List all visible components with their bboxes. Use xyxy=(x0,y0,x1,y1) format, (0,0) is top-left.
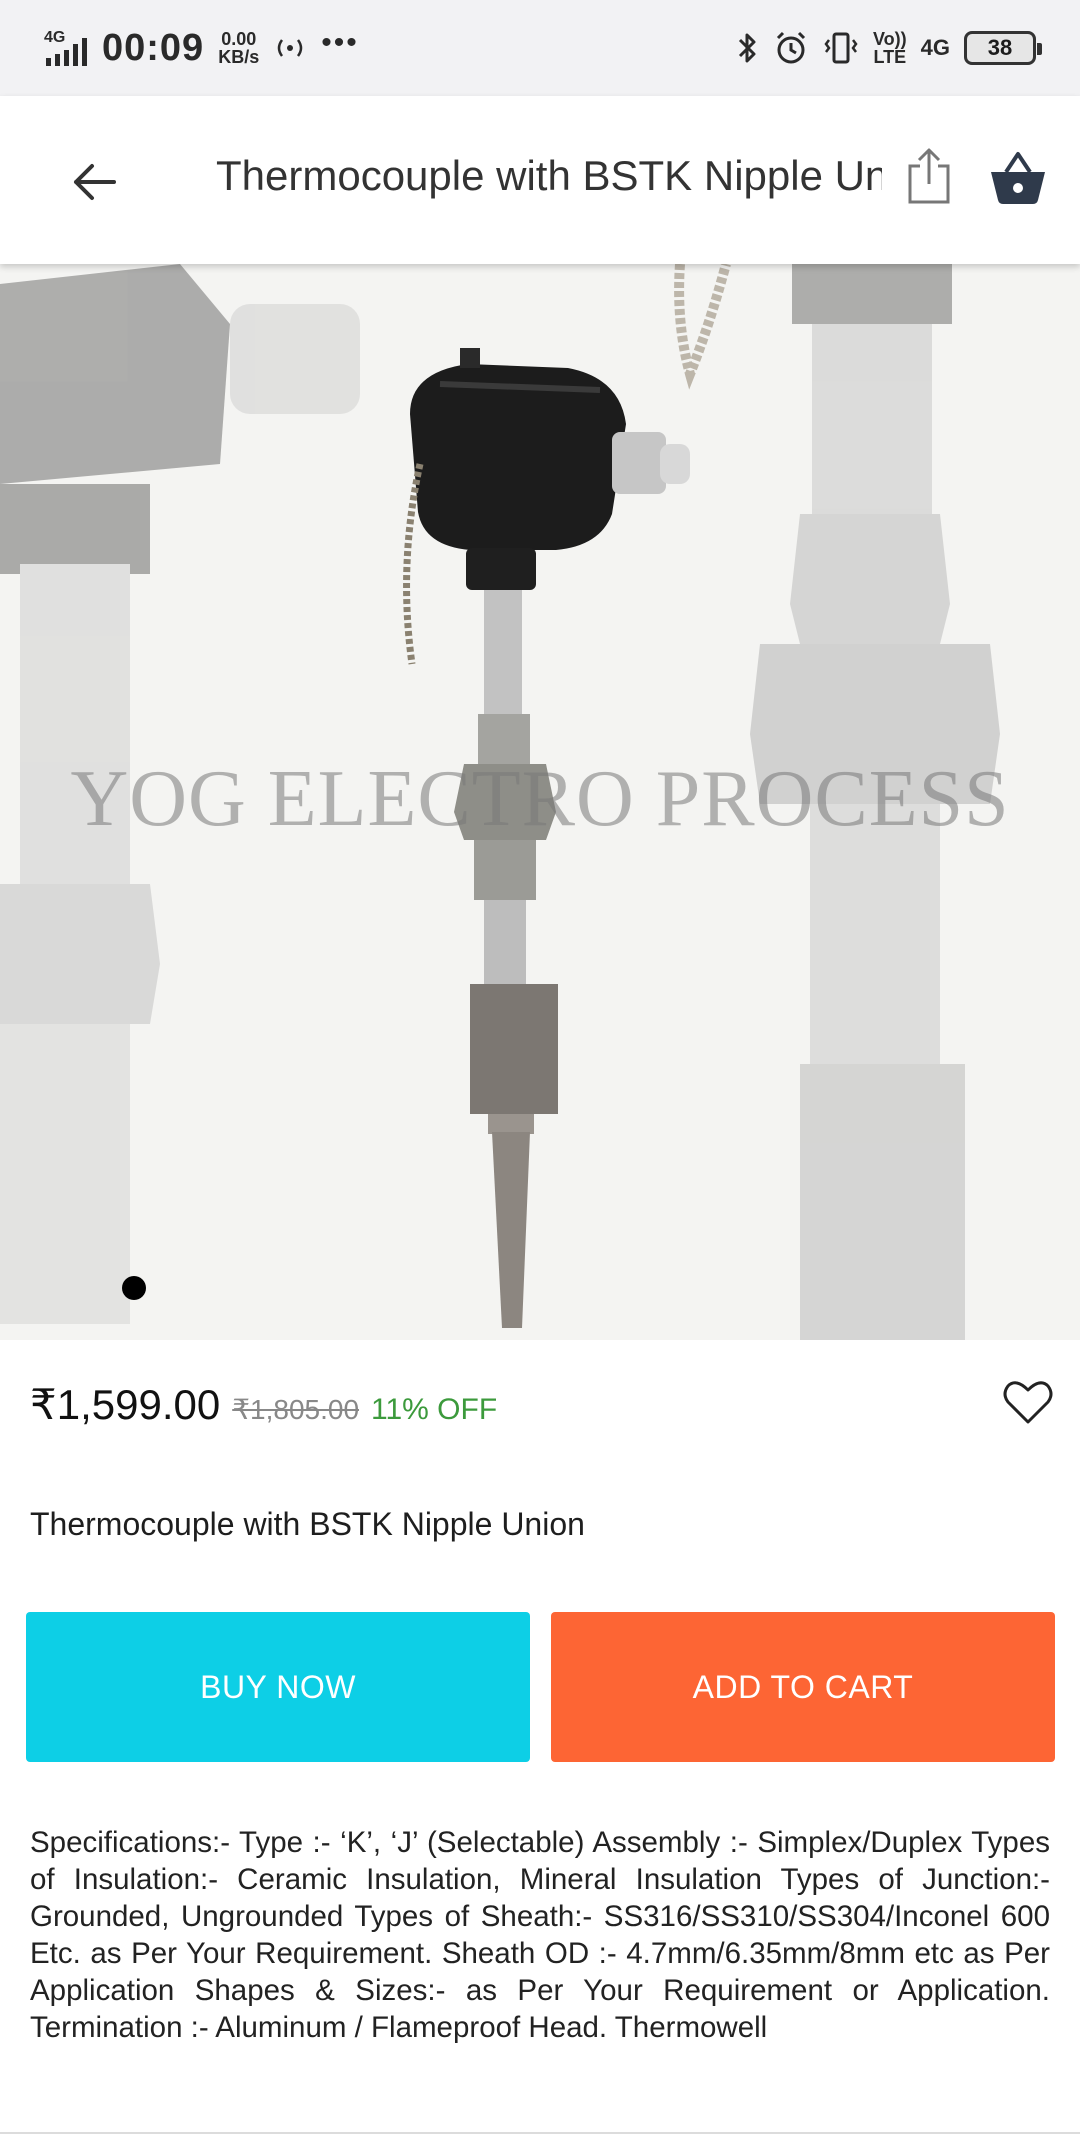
carousel-indicator-dot[interactable] xyxy=(122,1276,146,1300)
discount-badge: 11% OFF xyxy=(371,1393,498,1426)
bluetooth-icon xyxy=(737,30,759,66)
volte-top: Vo)) xyxy=(872,29,907,49)
battery-level: 38 xyxy=(987,35,1013,60)
share-icon xyxy=(908,148,950,204)
volte-indicator: Vo)) LTE xyxy=(873,30,907,66)
network-type: 4G xyxy=(44,29,65,46)
back-arrow-icon xyxy=(74,164,116,200)
original-price: ₹1,805.00 xyxy=(232,1394,360,1425)
back-button[interactable] xyxy=(62,150,126,214)
volte-bottom: LTE xyxy=(873,47,907,67)
battery-icon: 38 xyxy=(964,31,1042,65)
price-row: ₹1,599.00 ₹1,805.00 11% OFF xyxy=(30,1380,497,1429)
current-price: ₹1,599.00 xyxy=(30,1381,221,1428)
more-notifications-icon: ••• xyxy=(321,26,359,59)
page-title: Thermocouple with BSTK Nipple Union xyxy=(216,152,882,199)
wishlist-button[interactable] xyxy=(1002,1378,1054,1428)
vibrate-icon xyxy=(823,30,859,66)
product-image[interactable]: YOG ELECTRO PROCESS xyxy=(0,264,1080,1340)
speed-unit: KB/s xyxy=(218,47,260,67)
watermark: YOG ELECTRO PROCESS xyxy=(70,755,1010,843)
status-left: 4G 00:09 0.00 KB/s ••• xyxy=(44,26,359,70)
status-right: Vo)) LTE 4G 38 xyxy=(737,30,1042,66)
cart-basket-icon xyxy=(991,152,1045,204)
buy-now-button[interactable]: BUY NOW xyxy=(26,1612,530,1762)
hotspot-icon xyxy=(273,33,307,63)
network-speed: 0.00 KB/s xyxy=(218,30,259,66)
clock: 00:09 xyxy=(102,26,205,69)
status-bar: 4G 00:09 0.00 KB/s ••• Vo)) LTE 4G 38 xyxy=(0,0,1080,96)
app-bar: Thermocouple with BSTK Nipple Union xyxy=(0,96,1080,264)
speed-value: 0.00 xyxy=(221,29,257,49)
product-name: Thermocouple with BSTK Nipple Union xyxy=(30,1506,585,1542)
share-button[interactable] xyxy=(904,146,954,210)
network-type-right: 4G xyxy=(920,35,950,60)
alarm-icon xyxy=(773,30,809,66)
divider xyxy=(0,2132,1080,2134)
signal-icon: 4G xyxy=(44,28,88,68)
heart-icon xyxy=(1003,1381,1053,1424)
cart-button[interactable] xyxy=(988,148,1052,212)
product-description: Specifications:- Type :- ‘K’, ‘J’ (Selec… xyxy=(30,1826,1050,2044)
add-to-cart-button[interactable]: ADD TO CART xyxy=(551,1612,1055,1762)
